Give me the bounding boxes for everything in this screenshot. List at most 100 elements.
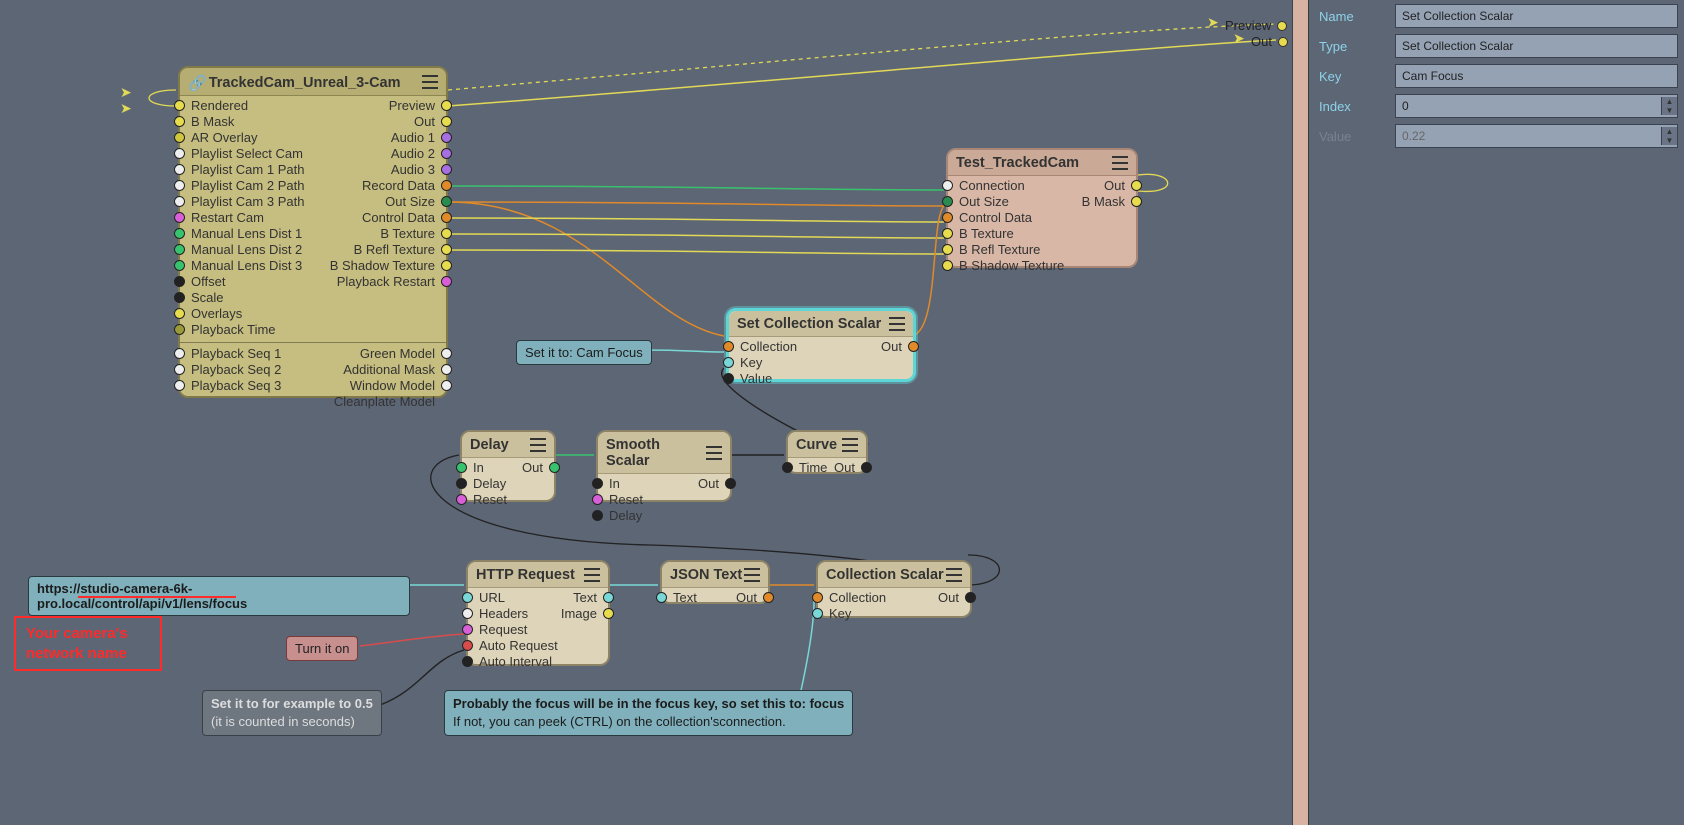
port-json-out[interactable]: Out [736, 590, 757, 605]
port-offset[interactable]: Offset [191, 274, 225, 289]
port-delay-out[interactable]: Out [522, 460, 543, 475]
node-test-trackedcam[interactable]: Test_TrackedCam Connection Out Size Cont… [946, 148, 1138, 268]
node-menu-icon[interactable] [842, 438, 858, 452]
node-menu-icon[interactable] [889, 317, 905, 331]
prop-value-key[interactable]: Cam Focus [1395, 64, 1678, 88]
port-scale[interactable]: Scale [191, 290, 224, 305]
node-menu-icon[interactable] [1112, 156, 1128, 170]
port-collection[interactable]: Collection [740, 339, 797, 354]
port-value[interactable]: Value [740, 371, 772, 386]
spinner-down-icon[interactable]: ▼ [1662, 106, 1677, 115]
node-menu-icon[interactable] [744, 568, 760, 582]
port-json-text[interactable]: Text [673, 590, 697, 605]
spinner[interactable]: ▲▼ [1661, 97, 1677, 115]
port-bmask-in[interactable]: B Mask [191, 114, 234, 129]
port-addmask[interactable]: Additional Mask [343, 362, 435, 377]
port-seq2[interactable]: Playback Seq 2 [191, 362, 281, 377]
port-rendered[interactable]: Rendered [191, 98, 248, 113]
port-lens2[interactable]: Manual Lens Dist 2 [191, 242, 302, 257]
port-playback-time[interactable]: Playback Time [191, 322, 276, 337]
port-out[interactable]: Out [414, 114, 435, 129]
node-set-collection-scalar[interactable]: Set Collection Scalar Collection Key Val… [726, 308, 916, 382]
port-reset[interactable]: Reset [473, 492, 507, 507]
port-col-out[interactable]: Out [938, 590, 959, 605]
port-overlays[interactable]: Overlays [191, 306, 242, 321]
port-key[interactable]: Key [740, 355, 762, 370]
port-outsize[interactable]: Out Size [385, 194, 435, 209]
bar-port-preview[interactable]: Preview [1225, 18, 1271, 33]
port-playlist1[interactable]: Playlist Cam 1 Path [191, 162, 304, 177]
port-smooth-out[interactable]: Out [698, 476, 719, 491]
port-setcol-out[interactable]: Out [881, 339, 902, 354]
node-json-text[interactable]: JSON Text Text Out [660, 560, 770, 604]
port-playback-restart[interactable]: Playback Restart [337, 274, 435, 289]
port-cleanplate[interactable]: Cleanplate Model [334, 394, 435, 409]
node-menu-icon[interactable] [584, 568, 600, 582]
prop-value: Value 0.22 ▲▼ [1319, 124, 1678, 148]
properties-panel: Preview Out ➤ ➤ Name Set Collection Scal… [1292, 0, 1684, 825]
port-reset[interactable]: Reset [609, 492, 643, 507]
port-playlist2[interactable]: Playlist Cam 2 Path [191, 178, 304, 193]
port-record[interactable]: Record Data [362, 178, 435, 193]
bar-port-out[interactable]: Out [1251, 34, 1272, 49]
port-audio2[interactable]: Audio 2 [391, 146, 435, 161]
node-graph-canvas[interactable]: 🔗TrackedCam_Unreal_3-Cam Rendered B Mask… [0, 0, 1292, 825]
port-restart-cam[interactable]: Restart Cam [191, 210, 264, 225]
port-col-key[interactable]: Key [829, 606, 851, 621]
node-delay[interactable]: Delay In Delay Reset Out [460, 430, 556, 502]
port-outsize-in[interactable]: Out Size [959, 194, 1009, 209]
port-col-collection[interactable]: Collection [829, 590, 886, 605]
node-menu-icon[interactable] [946, 568, 962, 582]
port-brefl-in[interactable]: B Refl Texture [959, 242, 1040, 257]
spinner-up-icon[interactable]: ▲ [1662, 97, 1677, 106]
port-audio3[interactable]: Audio 3 [391, 162, 435, 177]
port-auto-request[interactable]: Auto Request [479, 638, 558, 653]
node-menu-icon[interactable] [422, 75, 438, 89]
dock-bar[interactable]: Preview Out ➤ ➤ [1293, 0, 1309, 825]
port-green-model[interactable]: Green Model [360, 346, 435, 361]
port-image[interactable]: Image [561, 606, 597, 621]
port-text[interactable]: Text [573, 590, 597, 605]
node-menu-icon[interactable] [530, 438, 546, 452]
port-preview[interactable]: Preview [389, 98, 435, 113]
port-control[interactable]: Control Data [362, 210, 435, 225]
underline-icon [78, 596, 236, 598]
port-lens3[interactable]: Manual Lens Dist 3 [191, 258, 302, 273]
port-curve-out[interactable]: Out [834, 460, 855, 475]
port-btex-in[interactable]: B Texture [959, 226, 1014, 241]
port-in[interactable]: In [609, 476, 620, 491]
port-bshadow-in[interactable]: B Shadow Texture [959, 258, 1064, 273]
node-curve[interactable]: Curve Time Out [786, 430, 868, 474]
node-smooth-scalar[interactable]: Smooth Scalar In Reset Delay Out [596, 430, 732, 502]
prop-value-name[interactable]: Set Collection Scalar [1395, 4, 1678, 28]
node-trackedcam-unreal[interactable]: 🔗TrackedCam_Unreal_3-Cam Rendered B Mask… [178, 66, 448, 398]
port-seq3[interactable]: Playback Seq 3 [191, 378, 281, 393]
port-headers[interactable]: Headers [479, 606, 528, 621]
port-time[interactable]: Time [799, 460, 827, 475]
node-menu-icon[interactable] [706, 446, 722, 460]
port-seq1[interactable]: Playback Seq 1 [191, 346, 281, 361]
port-test-out[interactable]: Out [1104, 178, 1125, 193]
port-lens1[interactable]: Manual Lens Dist 1 [191, 226, 302, 241]
port-url[interactable]: URL [479, 590, 505, 605]
port-auto-interval[interactable]: Auto Interval [479, 654, 552, 669]
port-controldata-in[interactable]: Control Data [959, 210, 1032, 225]
node-collection-scalar[interactable]: Collection Scalar Collection Key Out [816, 560, 972, 618]
port-bshadow[interactable]: B Shadow Texture [330, 258, 435, 273]
port-ar-overlay[interactable]: AR Overlay [191, 130, 257, 145]
port-in[interactable]: In [473, 460, 484, 475]
port-test-bmask[interactable]: B Mask [1082, 194, 1125, 209]
port-delay[interactable]: Delay [473, 476, 506, 491]
port-brefl[interactable]: B Refl Texture [354, 242, 435, 257]
port-audio1[interactable]: Audio 1 [391, 130, 435, 145]
port-delay[interactable]: Delay [609, 508, 642, 523]
prop-value-index[interactable]: 0 [1396, 95, 1661, 117]
port-connection[interactable]: Connection [959, 178, 1025, 193]
port-request[interactable]: Request [479, 622, 527, 637]
node-http-request[interactable]: HTTP Request URL Headers Request Auto Re… [466, 560, 610, 666]
port-playlist-select[interactable]: Playlist Select Cam [191, 146, 303, 161]
port-window-model[interactable]: Window Model [350, 378, 435, 393]
prop-index: Index 0 ▲▼ [1319, 94, 1678, 118]
port-playlist3[interactable]: Playlist Cam 3 Path [191, 194, 304, 209]
port-btex[interactable]: B Texture [380, 226, 435, 241]
